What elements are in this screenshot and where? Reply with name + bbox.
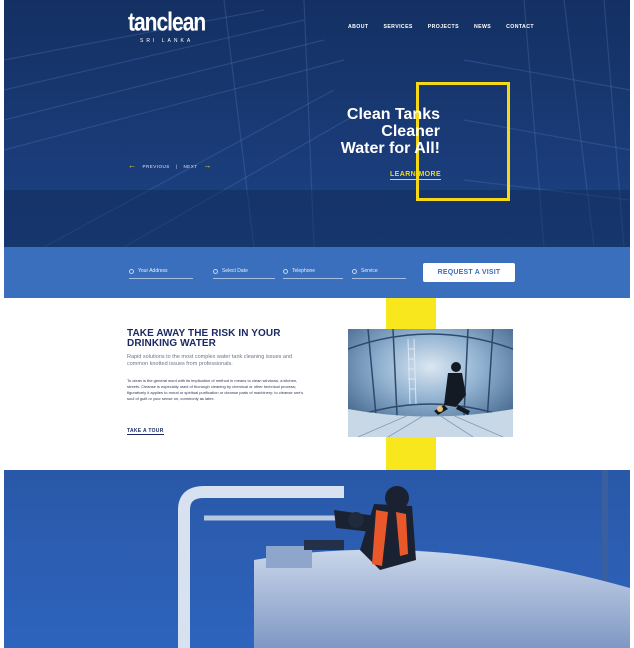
intro-section [4,298,630,470]
tank-interior-illustration [348,329,513,437]
logo[interactable]: tanclean SRI LANKA [128,8,206,44]
service-placeholder: Service [361,268,378,274]
worker-banner-image [4,470,630,648]
hero-headline: Clean Tanks Cleaner Water for All! [304,106,440,157]
logo-subtitle: SRI LANKA [140,38,194,44]
take-tour-link[interactable]: TAKE A TOUR [127,428,164,435]
main-nav: ABOUT SERVICES PROJECTS NEWS CONTACT [348,24,549,30]
learn-more-link[interactable]: LEARN MORE [390,171,442,180]
nav-item-services[interactable]: SERVICES [383,24,412,30]
headline-line-1: Clean Tanks [346,106,440,123]
nav-item-contact[interactable]: CONTACT [506,24,534,30]
nav-item-about[interactable]: ABOUT [348,24,368,30]
telephone-placeholder: Telephone [292,268,316,274]
logo-wordmark: tanclean [128,8,206,37]
worker-on-tank-illustration [4,470,630,648]
arrow-left-icon[interactable]: ← [128,162,137,170]
pager-separator: | [175,163,178,169]
page: tanclean SRI LANKA ABOUT SERVICES PROJEC… [4,0,630,648]
address-placeholder: Your Address [138,268,168,274]
tank-interior-photo [348,329,513,437]
nav-item-projects[interactable]: PROJECTS [428,24,459,30]
intro-title: TAKE AWAY THE RISK IN YOUR DRINKING WATE… [127,328,281,349]
intro-subtitle: Rapid solutions to the most complex wate… [127,354,293,367]
phone-icon [283,268,288,274]
booking-bar: Your Address Select Date Telephone Servi… [4,247,630,298]
request-visit-button[interactable]: REQUEST A VISIT [423,263,515,282]
headline-line-2: Cleaner [381,123,440,140]
service-field[interactable]: Service [352,264,406,279]
intro-body: To clean is the general word with its im… [127,378,304,401]
slider-pager: ← PREVIOUS | NEXT → [128,162,212,170]
nav-item-news[interactable]: NEWS [474,24,491,30]
address-field[interactable]: Your Address [129,264,193,279]
arrow-right-icon[interactable]: → [203,162,212,170]
pager-next[interactable]: NEXT [183,164,197,169]
headline-line-3: Water for All! [340,140,440,157]
telephone-field[interactable]: Telephone [283,264,343,279]
hero-section: tanclean SRI LANKA ABOUT SERVICES PROJEC… [4,0,630,247]
pager-previous[interactable]: PREVIOUS [143,164,170,169]
date-field[interactable]: Select Date [213,264,275,279]
date-placeholder: Select Date [222,268,248,274]
service-icon [352,268,357,274]
calendar-icon [213,268,218,274]
location-icon [129,268,134,274]
